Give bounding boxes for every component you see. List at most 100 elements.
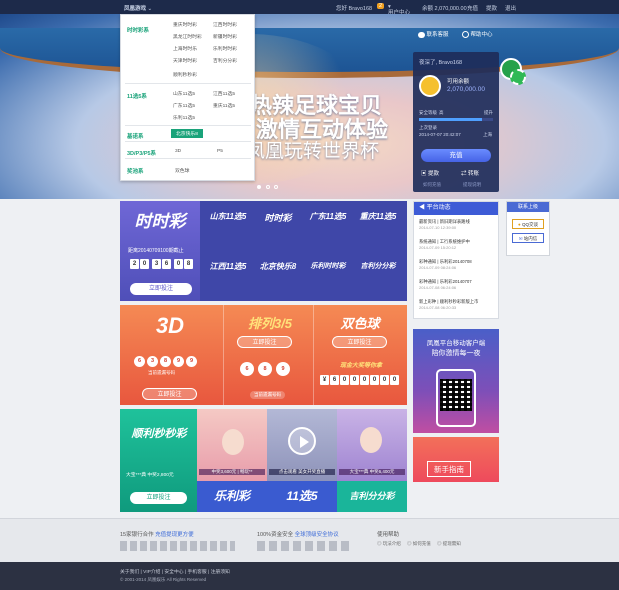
mmc-bet-button[interactable]: 立即投注 xyxy=(130,492,187,504)
footer-link[interactable]: 关于我们 xyxy=(120,570,139,575)
safety-link[interactable]: 全球顶级安全协议 xyxy=(295,532,339,538)
menu-item-selected[interactable]: 北京快乐8 xyxy=(171,129,203,138)
help-item-link[interactable]: ◎ 如何充值 xyxy=(407,541,431,547)
11x5-logo[interactable]: 11选5 xyxy=(267,481,337,512)
games-panel: 顺利秒秒彩 大宝***典 中奖2,800元 立即投注 中奖3,600元 | 畅玩… xyxy=(120,409,407,512)
withdraw-link[interactable]: 提款 xyxy=(486,4,497,12)
help-item-link[interactable]: ◎ 提现需知 xyxy=(437,541,461,547)
security-upgrade-link[interactable]: 提升 xyxy=(484,110,493,116)
footer-link[interactable]: 安全中心 xyxy=(164,570,183,575)
game-tile[interactable]: 山东11选5 xyxy=(204,211,252,222)
category-ssc[interactable]: 时时彩系 xyxy=(127,26,149,34)
hero-banner[interactable]: 联系客服 帮助中心 热辣足球宝贝 激情互动体验 凤凰玩转世界杯 xyxy=(0,14,619,199)
footer-link[interactable]: 手机客服 xyxy=(188,570,207,575)
menu-item[interactable]: 重庆11选5 xyxy=(213,102,235,109)
number-ball: 9 xyxy=(173,356,184,367)
balance-readout: 余额 2,070,000.00 xyxy=(422,6,467,12)
withdraw-info-link[interactable]: 提现说明 xyxy=(463,182,481,188)
user-center-link[interactable]: 用户中心 ▾ xyxy=(388,4,410,16)
chat-icon xyxy=(418,31,425,38)
help-item-label: 提现需知 xyxy=(442,541,461,546)
service-link[interactable]: 联系客服 xyxy=(418,30,449,38)
ssc-bet-button[interactable]: 立即投注 xyxy=(130,283,192,295)
site-message-button[interactable]: ✉ 站内信 xyxy=(512,233,544,243)
partners-link[interactable]: 充值提现更方便 xyxy=(155,532,194,538)
game-tile[interactable]: 重庆11选5 xyxy=(354,211,402,222)
safety-title: 100%资金安全 全球顶级安全协议 xyxy=(257,530,339,538)
partners-title: 15家银行合作 充值提现更方便 xyxy=(120,530,194,538)
menu-item[interactable]: 3D xyxy=(175,149,181,154)
beginner-guide-banner[interactable]: 新手指南 xyxy=(413,437,499,482)
safety-title-text: 100%资金安全 xyxy=(257,532,294,538)
brand-menu[interactable]: 凤凰游戏 ⌄ xyxy=(124,4,152,12)
menu-item[interactable]: 乐利11选5 xyxy=(173,114,195,121)
category-keno[interactable]: 基诺系 xyxy=(127,132,144,140)
brand-label: 凤凰游戏 xyxy=(124,6,147,12)
game-tile[interactable]: 吉利分分彩 xyxy=(354,261,402,271)
help-item-label: 玩法介绍 xyxy=(382,541,401,546)
game-tile[interactable]: 广东11选5 xyxy=(304,211,352,222)
footer-link[interactable]: 注册须知 xyxy=(211,570,230,575)
3d-bet-button[interactable]: 立即投注 xyxy=(142,388,197,400)
deposit-button[interactable]: 充值 xyxy=(421,149,491,162)
mmc-winner-text: 大宝***典 中奖2,800元 xyxy=(126,473,174,478)
menu-item[interactable]: P5 xyxy=(217,149,223,154)
avatar[interactable] xyxy=(419,75,441,97)
game-tile[interactable]: 北京快乐8 xyxy=(254,261,302,272)
news-date: 2014-07-08 06:24:06 xyxy=(419,285,457,290)
footer-bar: 关于我们 | VIP介绍 | 安全中心 | 手机客服 | 注册须知 © 2001… xyxy=(0,562,619,590)
menu-item[interactable]: 新疆时时彩 xyxy=(213,33,237,40)
help-link[interactable]: 帮助中心 xyxy=(462,30,493,39)
jackpot-digit: ¥ xyxy=(320,375,329,385)
carousel-dot[interactable] xyxy=(274,185,279,189)
carousel-dot[interactable] xyxy=(265,185,270,189)
menu-item[interactable]: 广东11选5 xyxy=(173,102,195,109)
menu-item[interactable]: 顺利秒秒彩 xyxy=(173,71,197,78)
qr-code-icon[interactable] xyxy=(440,379,472,411)
transfer-button[interactable]: ⇄ 转账 xyxy=(461,169,479,177)
category-3d[interactable]: 3D/P3/P5系 xyxy=(127,149,156,157)
last-login-label: 上次登录 xyxy=(419,125,437,130)
menu-item[interactable]: 天津时时彩 xyxy=(173,57,197,64)
game-tile[interactable]: 江西11选5 xyxy=(204,261,252,272)
countdown-digit: 6 xyxy=(162,259,171,269)
menu-item[interactable]: 上海时时乐 xyxy=(173,45,197,52)
category-jackpot[interactable]: 奖池系 xyxy=(127,167,144,175)
menu-item[interactable]: 重庆时时彩 xyxy=(173,21,197,28)
qq-chat-button[interactable]: ● QQ交谈 xyxy=(512,219,544,229)
game-tile[interactable]: 时时彩 xyxy=(254,211,302,224)
withdraw-button[interactable]: ▣ 提款 xyxy=(421,169,439,177)
play-icon[interactable] xyxy=(288,427,316,455)
menu-item[interactable]: 双色球 xyxy=(175,167,189,174)
menu-item[interactable]: 山东11选5 xyxy=(173,90,195,97)
menu-item[interactable]: 江西时时彩 xyxy=(213,21,237,28)
logout-link[interactable]: 退出 xyxy=(505,4,516,12)
security-level: 高 xyxy=(439,110,444,115)
security-bar xyxy=(419,118,493,121)
how-to-deposit-link[interactable]: 如何充值 xyxy=(423,182,441,188)
ssq-bet-button[interactable]: 立即投注 xyxy=(332,336,387,348)
news-title: 平台动态 xyxy=(426,205,451,211)
menu-item[interactable]: 江西11选5 xyxy=(213,90,235,97)
app-subtitle: 陪你激情每一夜 xyxy=(431,350,481,357)
3d-hint: 当前遗漏号码 xyxy=(148,370,175,375)
carousel-dot-active[interactable] xyxy=(257,185,261,189)
deposit-link[interactable]: 充值 xyxy=(467,4,478,12)
message-badge[interactable]: 2 xyxy=(377,3,385,9)
menu-item[interactable]: 乐利时时彩 xyxy=(213,45,237,52)
jackpot-digit: 0 xyxy=(390,375,399,385)
menu-item[interactable]: 黑龙江时时彩 xyxy=(173,33,202,40)
app-title: 凤凰平台移动客户端 xyxy=(426,340,486,347)
mobile-app-promo[interactable]: 凤凰平台移动客户端 陪你激情每一夜 xyxy=(413,329,499,433)
carousel-dots[interactable] xyxy=(257,185,279,191)
menu-item[interactable]: 吉利分分彩 xyxy=(213,57,237,64)
category-11x5[interactable]: 11选5系 xyxy=(127,92,147,100)
pl-bet-button[interactable]: 立即投注 xyxy=(237,336,292,348)
game-tile[interactable]: 乐利时时彩 xyxy=(304,261,352,271)
live-caption: 点击观看 美女开奖直播 xyxy=(269,469,335,475)
footer-link[interactable]: VIP介绍 xyxy=(143,570,160,575)
jili-logo[interactable]: 吉利分分彩 xyxy=(337,481,407,512)
lele-logo[interactable]: 乐利彩 xyxy=(197,481,267,512)
ssq-logo: 双色球 xyxy=(340,316,380,331)
help-item-link[interactable]: ◎ 玩法介绍 xyxy=(377,541,401,547)
